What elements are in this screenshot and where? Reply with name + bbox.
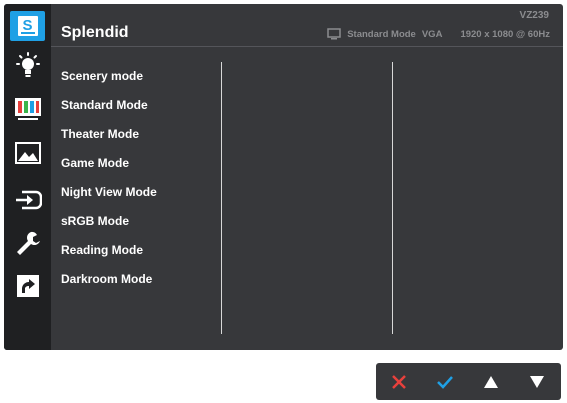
- status-bar: Standard Mode VGA 1920 x 1080 @ 60Hz: [327, 28, 550, 40]
- status-input: VGA: [421, 28, 443, 40]
- image-icon: [14, 142, 41, 164]
- header-divider: [51, 46, 563, 47]
- menu-item-night-view-mode[interactable]: Night View Mode: [61, 183, 157, 212]
- menu-item-reading-mode[interactable]: Reading Mode: [61, 241, 157, 270]
- close-icon: [392, 374, 406, 389]
- sidebar-item-image[interactable]: [10, 138, 45, 168]
- up-button[interactable]: [468, 363, 514, 400]
- sidebar-item-splendid[interactable]: S: [10, 11, 45, 41]
- column-divider-1: [221, 62, 222, 334]
- splendid-mode-list: Scenery mode Standard Mode Theater Mode …: [61, 67, 157, 299]
- sidebar-item-brightness[interactable]: [10, 51, 45, 81]
- brightness-icon: [15, 52, 40, 77]
- sidebar-item-input-select[interactable]: [10, 185, 45, 215]
- sidebar-item-shortcut[interactable]: [10, 271, 45, 301]
- check-icon: [437, 375, 453, 389]
- confirm-button[interactable]: [422, 363, 468, 400]
- sidebar-item-color[interactable]: [10, 94, 45, 124]
- menu-item-scenery-mode[interactable]: Scenery mode: [61, 67, 157, 96]
- sidebar: S: [4, 4, 51, 350]
- close-button[interactable]: [376, 363, 422, 400]
- arrow-up-icon: [484, 375, 498, 388]
- monitor-icon: [327, 28, 341, 40]
- osd-panel: S Splendid VZ239 Standard Mode VGA 1920 …: [4, 4, 563, 350]
- system-setup-icon: [16, 231, 40, 255]
- keypad: [376, 363, 561, 400]
- column-divider-2: [392, 62, 393, 334]
- menu-item-standard-mode[interactable]: Standard Mode: [61, 96, 157, 125]
- input-select-icon: [15, 190, 42, 210]
- shortcut-icon: [16, 275, 39, 297]
- menu-item-darkroom-mode[interactable]: Darkroom Mode: [61, 270, 157, 299]
- sidebar-item-system-setup[interactable]: [10, 228, 45, 258]
- status-resolution: 1920 x 1080 @ 60Hz: [460, 28, 550, 40]
- menu-item-srgb-mode[interactable]: sRGB Mode: [61, 212, 157, 241]
- color-icon: [14, 98, 41, 120]
- splendid-icon: S: [17, 16, 38, 36]
- menu-item-theater-mode[interactable]: Theater Mode: [61, 125, 157, 154]
- page-title: Splendid: [61, 24, 129, 41]
- down-button[interactable]: [514, 363, 560, 400]
- status-mode: Standard Mode: [347, 28, 416, 40]
- menu-item-game-mode[interactable]: Game Mode: [61, 154, 157, 183]
- arrow-down-icon: [530, 375, 544, 388]
- model-name: VZ239: [519, 10, 549, 21]
